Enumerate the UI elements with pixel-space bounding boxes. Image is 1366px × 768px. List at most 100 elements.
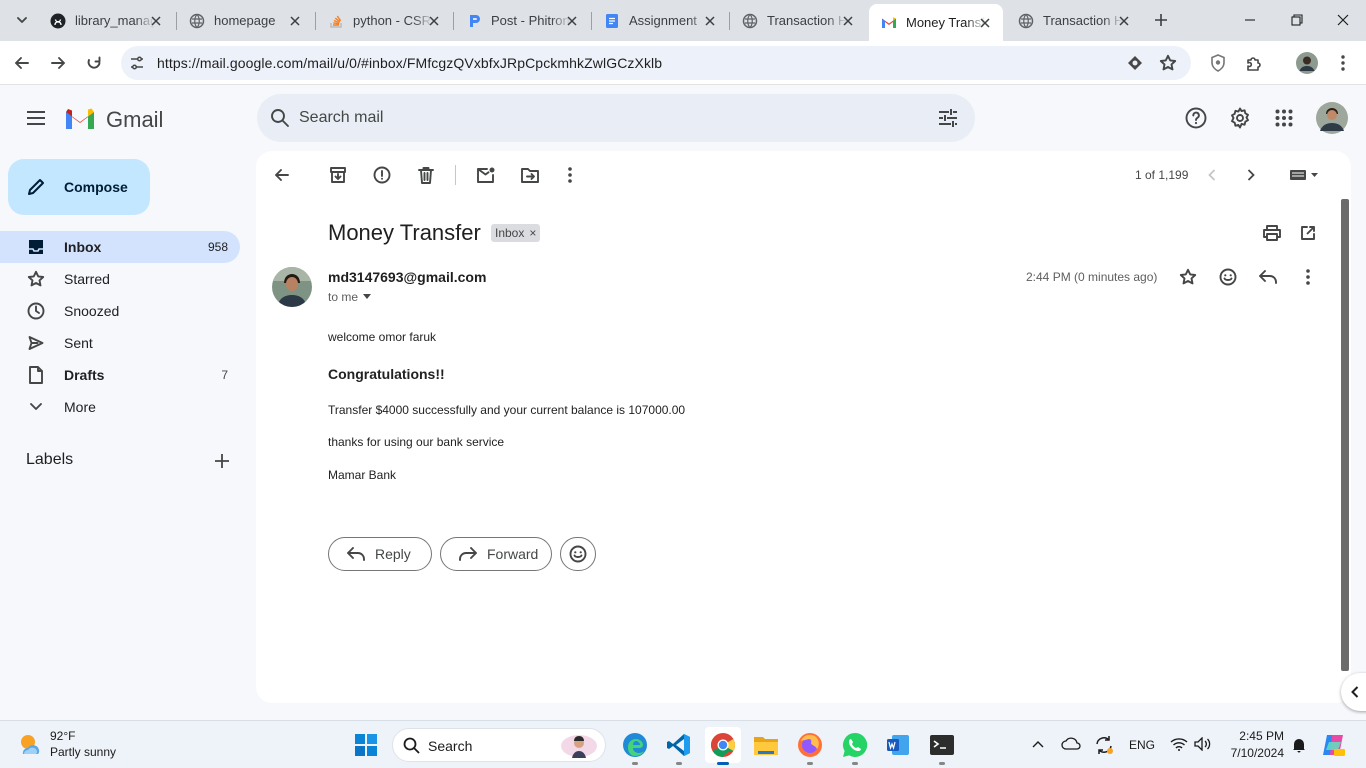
open-new-window-icon[interactable] [1292,217,1324,249]
sender-email[interactable]: md3147693@gmail.com [328,269,486,285]
browser-tab[interactable]: Transaction History [1006,6,1142,35]
reaction-button[interactable] [560,537,596,571]
search-input[interactable] [299,105,859,131]
site-info-icon[interactable] [129,55,145,71]
close-tab-icon[interactable] [840,13,856,29]
copilot-icon[interactable] [1320,732,1346,758]
sidebar-item-inbox[interactable]: Inbox 958 [0,231,240,263]
restore-button[interactable] [1283,8,1311,32]
archive-icon[interactable] [322,159,354,191]
sender-avatar[interactable] [272,267,312,307]
print-icon[interactable] [1256,217,1288,249]
gmail-logo-text[interactable]: Gmail [106,107,163,133]
gmail-logo-icon[interactable] [64,107,96,131]
clock-time[interactable]: 2:45 PM [1228,729,1284,743]
reply-icon[interactable] [1252,261,1284,293]
wifi-icon[interactable] [1170,737,1188,751]
google-lens-icon[interactable] [1127,55,1143,71]
sidebar-item-starred[interactable]: Starred [0,263,240,295]
extensions-puzzle-icon[interactable] [1238,47,1270,79]
browser-tab[interactable]: library_management [38,6,174,35]
taskbar-search[interactable]: Search [392,728,606,762]
delete-icon[interactable] [410,159,442,191]
recipient-details[interactable]: to me [328,290,372,304]
scrollbar-thumb[interactable] [1341,199,1349,671]
back-button[interactable] [6,47,38,79]
browser-tab[interactable]: homepage [177,6,313,35]
onedrive-cloud-icon[interactable] [1061,737,1081,751]
address-bar[interactable]: https://mail.google.com/mail/u/0/#inbox/… [121,46,1191,80]
clock-date[interactable]: 7/10/2024 [1218,746,1284,760]
bookmark-star-icon[interactable] [1159,54,1177,72]
taskbar-app-chrome[interactable] [705,727,741,765]
taskbar-app-firefox[interactable] [792,727,828,765]
browser-tab[interactable]: Assignment [592,6,728,35]
main-menu-icon[interactable] [20,102,52,134]
back-to-inbox-icon[interactable] [266,159,298,191]
remove-label-icon[interactable]: × [529,224,536,242]
close-tab-icon[interactable] [702,13,718,29]
input-tools-keyboard-icon[interactable] [1278,159,1330,191]
message-more-icon[interactable] [1292,261,1324,293]
sidebar-item-more[interactable]: More [0,391,240,423]
taskbar-app-file-explorer[interactable] [748,727,784,763]
reply-button[interactable]: Reply [328,537,432,571]
taskbar-app-whatsapp[interactable] [837,727,873,765]
browser-tab[interactable]: python - CSRF [316,6,452,35]
taskbar-app-edge[interactable] [617,727,653,765]
weather-sun-cloud-icon[interactable] [16,732,44,758]
report-spam-icon[interactable] [366,159,398,191]
close-tab-icon[interactable] [287,13,303,29]
add-reaction-icon[interactable] [1212,261,1244,293]
volume-icon[interactable] [1194,737,1212,751]
inbox-label-chip[interactable]: Inbox × [491,224,541,242]
browser-tab[interactable]: Transaction History [730,6,866,35]
help-icon[interactable] [1180,102,1212,134]
close-tab-icon[interactable] [426,13,442,29]
close-tab-icon[interactable] [977,15,993,31]
reload-button[interactable] [78,47,110,79]
more-options-icon[interactable] [554,159,586,191]
taskbar-app-vscode[interactable] [661,727,697,765]
close-tab-icon[interactable] [1116,13,1132,29]
apps-grid-icon[interactable] [1268,102,1300,134]
account-avatar[interactable] [1316,102,1348,134]
compose-button[interactable]: Compose [8,159,150,215]
star-icon[interactable] [1172,261,1204,293]
extension-shield-icon[interactable] [1202,47,1234,79]
close-tab-icon[interactable] [148,13,164,29]
notification-bell-icon[interactable] [1291,737,1307,753]
weather-description[interactable]: Partly sunny [50,745,116,759]
move-to-icon[interactable] [514,159,546,191]
close-window-button[interactable] [1329,8,1357,32]
input-language[interactable]: ENG [1129,738,1155,752]
newer-chevron-left-icon[interactable] [1196,159,1228,191]
sidebar-item-sent[interactable]: Sent [0,327,240,359]
sync-update-icon[interactable] [1094,735,1114,755]
settings-gear-icon[interactable] [1224,102,1256,134]
browser-menu-icon[interactable] [1327,47,1359,79]
search-icon[interactable] [270,108,290,128]
older-chevron-right-icon[interactable] [1235,159,1267,191]
start-button[interactable] [348,727,384,763]
profile-avatar[interactable] [1291,47,1323,79]
minimize-button[interactable] [1236,8,1264,32]
show-hidden-icons-chevron-up-icon[interactable] [1031,739,1045,749]
sidebar-item-drafts[interactable]: Drafts 7 [0,359,240,391]
side-panel-toggle[interactable] [1341,673,1366,711]
close-tab-icon[interactable] [564,13,580,29]
browser-tab[interactable]: Post - Phitron [454,6,590,35]
scrollbar[interactable] [1339,199,1350,671]
weather-temperature[interactable]: 92°F [50,729,75,743]
browser-tab-active[interactable]: Money Transfer [869,4,1003,41]
tab-search-button[interactable] [6,4,38,36]
taskbar-app-terminal[interactable] [924,727,960,765]
sidebar-item-snoozed[interactable]: Snoozed [0,295,240,327]
new-tab-button[interactable] [1145,4,1177,36]
forward-button[interactable] [42,47,74,79]
mark-unread-icon[interactable] [470,159,502,191]
taskbar-app-word[interactable] [880,727,916,763]
search-options-icon[interactable] [938,109,958,127]
forward-button[interactable]: Forward [440,537,552,571]
add-label-icon[interactable] [206,445,238,477]
